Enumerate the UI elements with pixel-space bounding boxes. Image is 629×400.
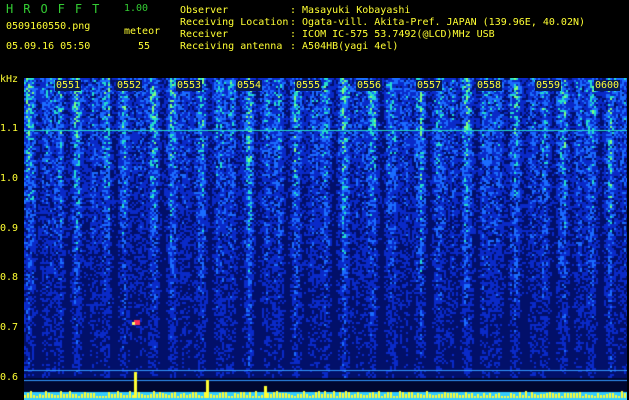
antenna-label: Receiving antenna: [180, 41, 283, 52]
location-label: Receiving Location: [180, 17, 289, 28]
datetime: 05.09.16 05:50: [6, 41, 91, 52]
y-tick-1.1: 1.1: [0, 123, 19, 134]
app-name: HROFFT: [6, 2, 110, 16]
location-value: : Ogata-vill. Akita-Pref. JAPAN (139.96E…: [290, 17, 586, 28]
meteor-label: meteor: [124, 26, 161, 37]
y-tick-0.8: 0.8: [0, 272, 19, 283]
hrofft-window: HROFFT 1.00 0509160550.png 05.09.16 05:5…: [0, 0, 629, 400]
filename: 0509160550.png: [6, 21, 91, 32]
receiver-label: Receiver: [180, 29, 229, 40]
x-tick-0555: 0555: [295, 80, 322, 91]
x-tick-0559: 0559: [535, 80, 562, 91]
y-tick-0.6: 0.6: [0, 372, 19, 383]
observer-value: : Masayuki Kobayashi: [290, 5, 411, 16]
spectrogram-canvas: [24, 78, 627, 400]
x-tick-0554: 0554: [236, 80, 263, 91]
x-tick-0551: 0551: [55, 80, 82, 91]
y-tick-1.0: 1.0: [0, 173, 19, 184]
meteor-count: 55: [138, 41, 151, 52]
observer-label: Observer: [180, 5, 229, 16]
spectrogram: [24, 78, 627, 400]
x-tick-0553: 0553: [176, 80, 203, 91]
antenna-value: : A504HB(yagi 4el): [290, 41, 399, 52]
x-tick-0556: 0556: [356, 80, 383, 91]
app-version: 1.00: [124, 3, 149, 14]
receiver-value: : ICOM IC-575 53.7492(@LCD)MHz USB: [290, 29, 495, 40]
y-tick-0.9: 0.9: [0, 223, 19, 234]
y-unit-label: kHz: [0, 74, 19, 85]
x-tick-0557: 0557: [416, 80, 443, 91]
x-tick-0552: 0552: [116, 80, 143, 91]
x-tick-0558: 0558: [476, 80, 503, 91]
y-tick-0.7: 0.7: [0, 322, 19, 333]
x-tick-0600: 0600: [594, 80, 621, 91]
